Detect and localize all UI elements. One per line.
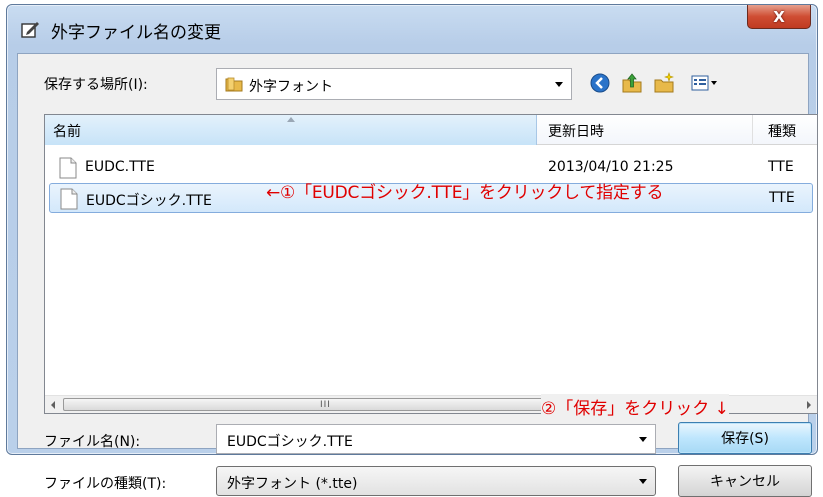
annotation-step1: ←①「EUDCゴシック.TTE」をクリックして指定する bbox=[266, 183, 664, 203]
sort-ascending-icon bbox=[287, 117, 295, 122]
filetype-label: ファイルの種類(T): bbox=[44, 476, 167, 492]
save-dialog-window: 外字ファイル名の変更 X 保存する場所(I): 外字フォント 名前 更新日時 種… bbox=[6, 4, 818, 497]
window-title: 外字ファイル名の変更 bbox=[51, 23, 221, 43]
scroll-left-icon[interactable] bbox=[51, 401, 55, 409]
scroll-thumb[interactable]: III bbox=[63, 398, 583, 411]
chevron-down-icon[interactable] bbox=[639, 437, 647, 442]
file-name: EUDCゴシック.TTE bbox=[86, 193, 212, 209]
chevron-down-icon bbox=[639, 479, 647, 484]
rename-pen-icon bbox=[21, 22, 39, 38]
scroll-right-icon[interactable] bbox=[807, 401, 811, 409]
file-list[interactable]: 名前 更新日時 種類 EUDC.TTE 2013/04/10 21:25 TTE bbox=[44, 114, 818, 414]
file-name: EUDC.TTE bbox=[85, 159, 155, 175]
filetype-select[interactable]: 外字フォント (*.tte) bbox=[216, 466, 656, 496]
filetype-value: 外字フォント (*.tte) bbox=[227, 476, 358, 492]
column-name[interactable]: 名前 bbox=[45, 115, 537, 145]
file-type: TTE bbox=[769, 190, 795, 206]
title-bar[interactable]: 外字ファイル名の変更 X bbox=[7, 5, 817, 53]
column-name-label: 名前 bbox=[53, 124, 81, 140]
filename-label: ファイル名(N): bbox=[44, 434, 141, 450]
folder-icon bbox=[225, 77, 243, 92]
back-icon[interactable] bbox=[589, 72, 611, 94]
file-icon bbox=[59, 157, 77, 179]
save-location-value: 外字フォント bbox=[249, 79, 333, 95]
new-folder-icon[interactable] bbox=[653, 72, 675, 94]
chevron-down-icon bbox=[555, 82, 563, 87]
view-menu-icon[interactable] bbox=[690, 72, 718, 94]
file-icon bbox=[60, 188, 78, 210]
close-button[interactable]: X bbox=[747, 5, 811, 29]
column-header: 名前 更新日時 種類 bbox=[45, 115, 817, 145]
up-folder-icon[interactable] bbox=[621, 72, 643, 94]
cancel-button[interactable]: キャンセル bbox=[678, 465, 812, 497]
dialog-content: 保存する場所(I): 外字フォント 名前 更新日時 種類 EUDC.TTE 20… bbox=[17, 53, 818, 497]
file-type: TTE bbox=[768, 159, 794, 175]
save-location-select[interactable]: 外字フォント bbox=[216, 68, 572, 100]
file-date: 2013/04/10 21:25 bbox=[548, 159, 674, 175]
column-type[interactable]: 種類 bbox=[754, 115, 819, 145]
column-modified[interactable]: 更新日時 bbox=[538, 115, 753, 145]
scroll-grip: III bbox=[320, 400, 331, 410]
filename-input[interactable]: EUDCゴシック.TTE bbox=[216, 424, 656, 454]
annotation-step2: ②「保存」をクリック ↓ bbox=[541, 394, 729, 419]
filename-value: EUDCゴシック.TTE bbox=[227, 434, 353, 450]
save-button[interactable]: 保存(S) bbox=[678, 422, 812, 454]
save-location-label: 保存する場所(I): bbox=[44, 77, 148, 93]
